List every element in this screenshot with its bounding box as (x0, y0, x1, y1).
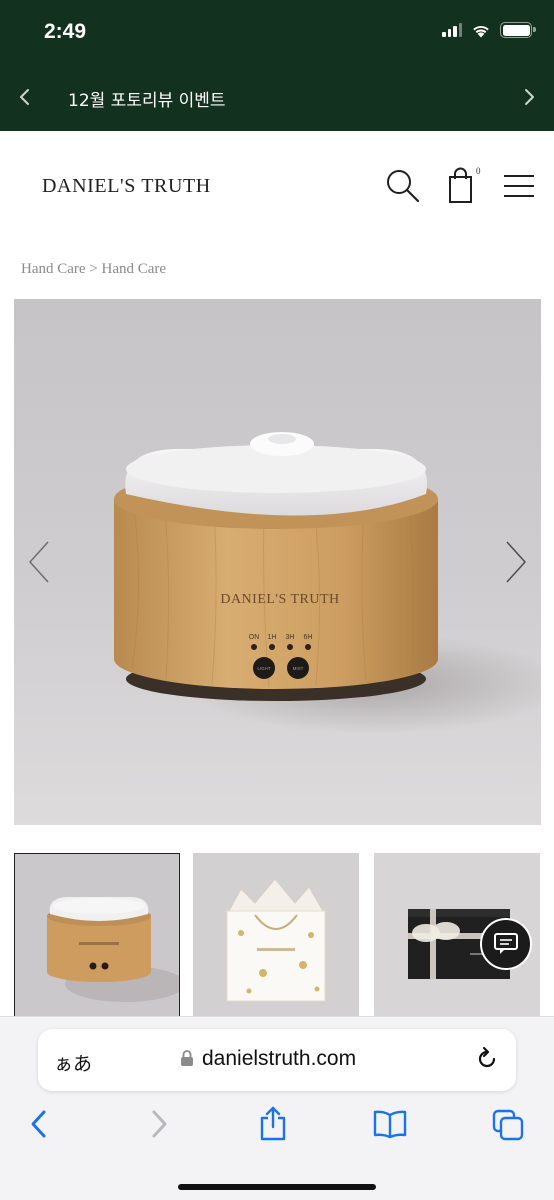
event-banner[interactable]: 12월 포토리뷰 이벤트 (0, 62, 554, 131)
top-banner-area: 2:49 12월 포토리뷰 이벤트 (0, 0, 554, 131)
indicator-label: 6H (304, 634, 313, 641)
thumbnail-diffuser[interactable] (14, 853, 180, 1023)
thumbnail-gift-bag[interactable] (193, 853, 359, 1023)
back-icon[interactable] (28, 1109, 50, 1139)
tabs-icon[interactable] (492, 1109, 524, 1141)
status-icons (442, 22, 536, 38)
url-text[interactable]: danielstruth.com (202, 1047, 356, 1071)
thumbnail-strip (14, 853, 541, 1023)
home-indicator (178, 1184, 376, 1190)
mist-button-label: MIST (293, 666, 304, 671)
chat-button[interactable] (480, 918, 532, 970)
chevron-left-icon[interactable] (14, 84, 36, 110)
shopping-bag-icon[interactable] (448, 167, 474, 205)
browser-bottom-bar: ぁあ danielstruth.com (0, 1016, 554, 1200)
lock-icon (181, 1050, 193, 1066)
battery-icon (500, 22, 536, 38)
chevron-left-icon[interactable] (26, 539, 52, 585)
cart-count: 0 (476, 166, 481, 176)
chevron-right-icon[interactable] (503, 539, 529, 585)
search-icon[interactable] (384, 167, 420, 203)
wifi-icon (473, 25, 489, 37)
site-header: DANIEL'S TRUTH 0 (0, 131, 554, 241)
brand-logo[interactable]: DANIEL'S TRUTH (42, 175, 211, 198)
chat-bubble-icon (494, 933, 518, 954)
breadcrumb[interactable]: Hand Care > Hand Care (21, 261, 166, 278)
indicator-label: 3H (286, 634, 295, 641)
forward-icon[interactable] (148, 1109, 170, 1139)
address-bar[interactable]: ぁあ danielstruth.com (38, 1029, 516, 1091)
page-settings-button[interactable]: ぁあ (54, 1049, 92, 1076)
event-banner-text[interactable]: 12월 포토리뷰 이벤트 (68, 86, 226, 111)
product-brand-print: DANIEL'S TRUTH (220, 592, 339, 607)
diffuser-illustration: DANIEL'S TRUTH ON 1H 3H 6H LIGHT MIST (114, 432, 541, 734)
light-button-label: LIGHT (257, 666, 271, 671)
chevron-right-icon[interactable] (518, 84, 540, 110)
product-main-image[interactable]: DANIEL'S TRUTH ON 1H 3H 6H LIGHT MIST (14, 299, 541, 825)
share-icon[interactable] (258, 1105, 288, 1141)
cellular-signal-icon (442, 23, 462, 37)
hamburger-menu-icon[interactable] (503, 174, 535, 198)
reload-icon[interactable] (474, 1046, 500, 1072)
indicator-label: 1H (268, 634, 277, 641)
status-time: 2:49 (44, 20, 87, 43)
bookmarks-icon[interactable] (372, 1109, 408, 1139)
indicator-label: ON (249, 634, 260, 641)
